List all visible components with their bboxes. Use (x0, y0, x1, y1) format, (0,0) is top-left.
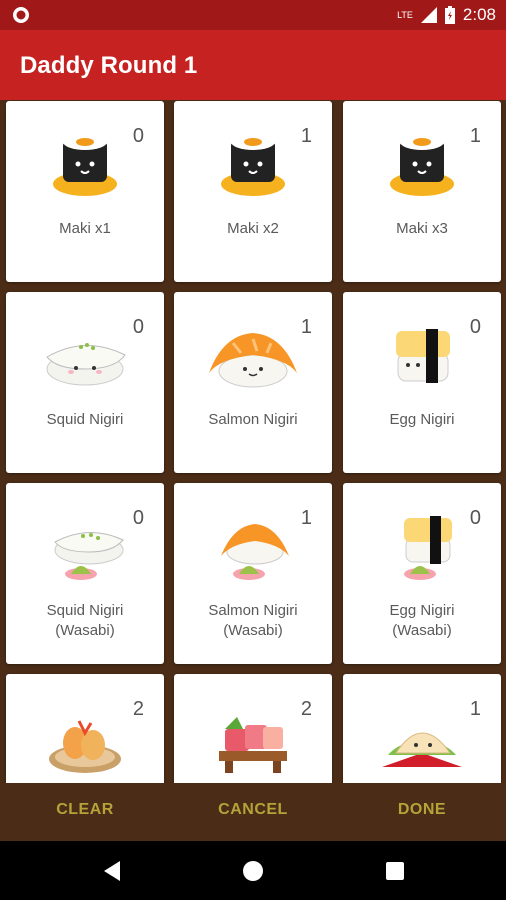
maki-roll-icon (35, 126, 135, 206)
card-tempura[interactable]: 2 (6, 674, 164, 783)
squid-nigiri-wasabi-icon (35, 508, 135, 588)
card-maki-x3[interactable]: 1 Maki x3 (343, 101, 501, 282)
system-nav-bar (0, 841, 506, 900)
card-dumpling[interactable]: 1 (343, 674, 501, 783)
status-indicators: LTE 2:08 (397, 5, 496, 25)
squid-nigiri-icon (35, 317, 135, 397)
status-bar: LTE 2:08 (0, 0, 506, 30)
clear-button[interactable]: CLEAR (25, 801, 145, 819)
network-type: LTE (397, 10, 413, 20)
tempura-icon (35, 699, 135, 779)
app-bar: Daddy Round 1 (0, 30, 506, 100)
card-label: Salmon Nigiri (208, 411, 298, 428)
salmon-nigiri-wasabi-icon (203, 508, 303, 588)
dumpling-icon (372, 699, 472, 779)
maki-roll-icon (372, 126, 472, 206)
card-maki-x1[interactable]: 0 Maki x1 (6, 101, 164, 282)
card-squid-nigiri-wasabi[interactable]: 0 Squid Nigiri (Wasabi) (6, 483, 164, 664)
card-salmon-nigiri[interactable]: 1 Salmon Nigiri (174, 292, 332, 473)
done-button[interactable]: DONE (362, 801, 482, 819)
page-title: Daddy Round 1 (20, 52, 198, 79)
sashimi-icon (203, 699, 303, 779)
card-maki-x2[interactable]: 1 Maki x2 (174, 101, 332, 282)
salmon-nigiri-icon (203, 317, 303, 397)
card-label: Maki x3 (396, 220, 448, 237)
card-label: Egg Nigiri (389, 411, 455, 428)
home-icon[interactable] (241, 859, 265, 883)
recents-icon[interactable] (383, 859, 407, 883)
card-sashimi[interactable]: 2 (174, 674, 332, 783)
card-egg-nigiri[interactable]: 0 Egg Nigiri (343, 292, 501, 473)
card-squid-nigiri[interactable]: 0 Squid Nigiri (6, 292, 164, 473)
back-icon[interactable] (100, 859, 124, 883)
notification-icon (13, 7, 29, 23)
card-salmon-nigiri-wasabi[interactable]: 1 Salmon Nigiri (Wasabi) (174, 483, 332, 664)
action-bar: CLEAR CANCEL DONE (0, 783, 506, 841)
card-label: Salmon Nigiri (Wasabi) (208, 602, 298, 639)
card-label: Squid Nigiri (46, 411, 124, 428)
egg-nigiri-icon (372, 317, 472, 397)
card-label: Squid Nigiri (Wasabi) (46, 602, 124, 639)
card-label: Maki x1 (59, 220, 111, 237)
cancel-button[interactable]: CANCEL (193, 801, 313, 819)
signal-icon (420, 7, 437, 23)
maki-roll-icon (203, 126, 303, 206)
sushi-grid[interactable]: 0 Maki x1 1 Maki x2 1 Maki x3 0 Squid Ni… (0, 100, 506, 783)
battery-icon (444, 6, 455, 24)
egg-nigiri-wasabi-icon (372, 508, 472, 588)
card-label: Egg Nigiri (Wasabi) (389, 602, 455, 639)
card-egg-nigiri-wasabi[interactable]: 0 Egg Nigiri (Wasabi) (343, 483, 501, 664)
card-label: Maki x2 (227, 220, 279, 237)
status-time: 2:08 (462, 5, 496, 24)
